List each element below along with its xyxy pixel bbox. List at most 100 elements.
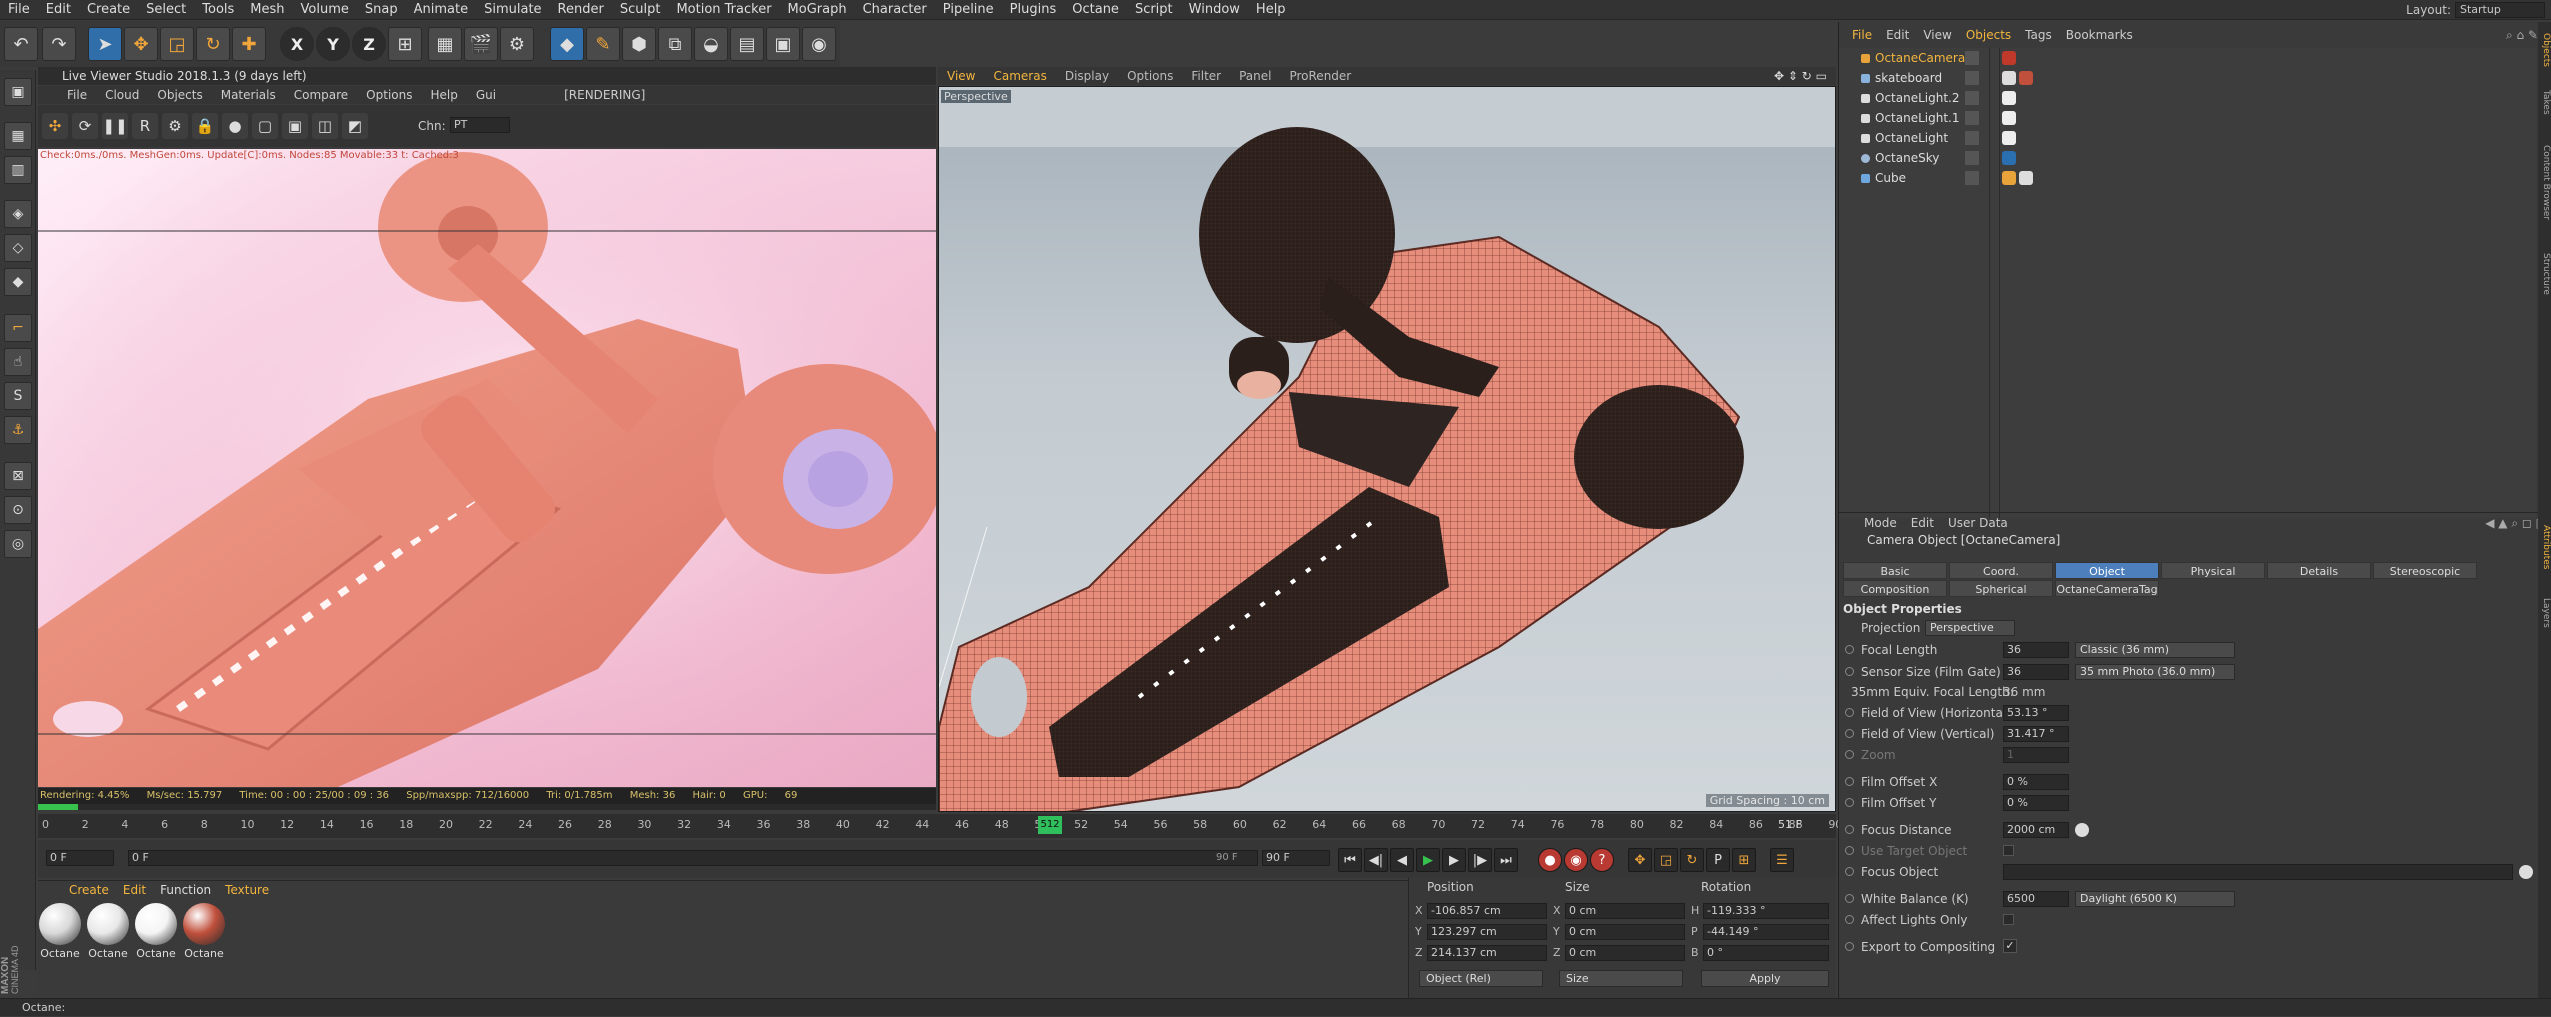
material-tag-icon[interactable] [2019, 71, 2033, 85]
menu-snap[interactable]: Snap [357, 0, 406, 20]
affect-lights-checkbox[interactable] [2003, 914, 2014, 925]
points-mode-icon[interactable]: ◈ [4, 200, 32, 228]
object-row[interactable]: OctaneLight.1 [1839, 108, 2536, 128]
vp-menu-view[interactable]: View [938, 69, 984, 83]
light-icon[interactable]: ◉ [802, 27, 836, 61]
menu-sculpt[interactable]: Sculpt [612, 0, 669, 20]
pick-focus-icon[interactable]: ◫ [312, 113, 338, 139]
am-menu-mode[interactable]: Mode [1857, 516, 1904, 530]
pick-material-icon[interactable]: ◩ [342, 113, 368, 139]
key-param-icon[interactable]: P [1706, 848, 1730, 872]
object-name[interactable]: OctaneCamera [1875, 48, 1965, 68]
phong-tag-icon[interactable] [2002, 171, 2016, 185]
animate-toggle-icon[interactable] [1845, 645, 1854, 654]
key-scale-icon[interactable]: ◲ [1654, 848, 1678, 872]
om-menu-tags[interactable]: Tags [2018, 28, 2059, 42]
sensor-size-preset[interactable]: 35 mm Photo (36.0 mm) [2075, 664, 2235, 680]
focus-distance-field[interactable]: 2000 cm [2003, 822, 2069, 838]
coordinate-system-icon[interactable]: ⊞ [388, 27, 422, 61]
rotate-tool-icon[interactable]: ↻ [196, 27, 230, 61]
mat-menu-texture[interactable]: Texture [218, 883, 276, 897]
timeline-playhead[interactable]: 512 [1038, 816, 1062, 834]
subdivision-icon[interactable]: ⬢ [622, 27, 656, 61]
menu-character[interactable]: Character [855, 0, 935, 20]
animate-toggle-icon[interactable] [1845, 915, 1854, 924]
lv-menu-options[interactable]: Options [357, 88, 421, 102]
visibility-flag-icon[interactable] [1965, 131, 1979, 145]
film-offset-y-field[interactable]: 0 % [2003, 795, 2069, 811]
animate-toggle-icon[interactable] [1845, 667, 1854, 676]
animate-toggle-icon[interactable] [1845, 729, 1854, 738]
material-swatch[interactable]: Octane [38, 903, 82, 960]
rotation-b-field[interactable]: 0 ° [1703, 945, 1829, 961]
menu-octane[interactable]: Octane [1064, 0, 1127, 20]
live-viewer-render[interactable]: Check:0ms./0ms. MeshGen:0ms. Update[C]:0… [38, 149, 936, 787]
go-to-end-icon[interactable]: ⏭ [1494, 848, 1518, 872]
prev-key-icon[interactable]: ◀| [1364, 848, 1388, 872]
object-name[interactable]: OctaneLight [1875, 128, 1948, 148]
om-menu-edit[interactable]: Edit [1879, 28, 1916, 42]
projection-select[interactable]: Perspective [1925, 620, 2015, 636]
prev-frame-icon[interactable]: ◀ [1390, 848, 1414, 872]
tweak-mode-icon[interactable]: ☝ [4, 348, 32, 376]
om-menu-bookmarks[interactable]: Bookmarks [2059, 28, 2140, 42]
rotation-p-field[interactable]: -44.149 ° [1703, 924, 1829, 940]
key-pla-icon[interactable]: ⊞ [1732, 848, 1756, 872]
light-tag-icon[interactable] [2002, 91, 2016, 105]
visibility-flag-icon[interactable] [1965, 111, 1979, 125]
side-tab-objects[interactable]: Objects [2538, 26, 2551, 74]
octane-camera-tag-icon[interactable] [2002, 51, 2016, 65]
menu-simulate[interactable]: Simulate [476, 0, 549, 20]
mat-menu-function[interactable]: Function [153, 883, 218, 897]
checker-material-tag-icon[interactable] [2019, 171, 2033, 185]
focal-length-field[interactable]: 36 [2003, 642, 2069, 658]
animate-toggle-icon[interactable] [1845, 846, 1854, 855]
axis-mode-icon[interactable]: ⌐ [4, 314, 32, 342]
tab-details[interactable]: Details [2267, 562, 2371, 579]
object-name[interactable]: skateboard [1875, 68, 1942, 88]
cloner-icon[interactable]: ⧉ [658, 27, 692, 61]
export-compositing-checkbox[interactable]: ✓ [2003, 939, 2017, 953]
size-mode-select[interactable]: Size [1559, 970, 1683, 987]
vp-menu-prorender[interactable]: ProRender [1280, 69, 1360, 83]
fov-vertical-field[interactable]: 31.417 ° [2003, 726, 2069, 742]
lv-menu-gui[interactable]: Gui [467, 88, 505, 102]
vp-menu-panel[interactable]: Panel [1230, 69, 1280, 83]
object-row[interactable]: OctaneSky [1839, 148, 2536, 168]
size-x-field[interactable]: 0 cm [1565, 903, 1685, 919]
select-tool-icon[interactable]: ➤ [88, 27, 122, 61]
menu-edit[interactable]: Edit [38, 0, 79, 20]
lv-menu-compare[interactable]: Compare [285, 88, 357, 102]
side-tab-takes[interactable]: Takes [2538, 82, 2551, 122]
cube-primitive-icon[interactable]: ◆ [550, 27, 584, 61]
sensor-size-field[interactable]: 36 [2003, 664, 2069, 680]
object-row[interactable]: Cube [1839, 168, 2536, 188]
size-y-field[interactable]: 0 cm [1565, 924, 1685, 940]
animate-toggle-icon[interactable] [1845, 894, 1854, 903]
object-row[interactable]: OctaneLight [1839, 128, 2536, 148]
deformer-icon[interactable]: ◒ [694, 27, 728, 61]
vp-menu-options[interactable]: Options [1118, 69, 1182, 83]
undo-icon[interactable]: ↶ [4, 27, 38, 61]
locked-workplane-icon[interactable]: ⚓ [4, 416, 32, 444]
side-tab-structure[interactable]: Structure [2538, 244, 2551, 304]
animate-toggle-icon[interactable] [1845, 942, 1854, 951]
visibility-flag-icon[interactable] [1965, 151, 1979, 165]
rotation-h-field[interactable]: -119.333 ° [1703, 903, 1829, 919]
menu-select[interactable]: Select [138, 0, 194, 20]
am-menu-user-data[interactable]: User Data [1941, 516, 2015, 530]
object-name[interactable]: OctaneLight.2 [1875, 88, 1960, 108]
object-row[interactable]: OctaneLight.2 [1839, 88, 2536, 108]
use-target-checkbox[interactable] [2003, 845, 2014, 856]
viewport-solo-icon[interactable]: ◎ [4, 530, 32, 558]
lock-resolution-icon[interactable]: 🔒 [192, 113, 218, 139]
menu-help[interactable]: Help [1248, 0, 1294, 20]
live-selection-icon[interactable]: ✚ [232, 27, 266, 61]
snapping-icon[interactable]: S [4, 382, 32, 410]
pen-spline-icon[interactable]: ✎ [586, 27, 620, 61]
lv-menu-file[interactable]: File [58, 88, 96, 102]
restart-render-icon[interactable]: ⟳ [72, 113, 98, 139]
menu-mesh[interactable]: Mesh [242, 0, 292, 20]
menu-tools[interactable]: Tools [194, 0, 242, 20]
apply-button[interactable]: Apply [1701, 970, 1829, 987]
